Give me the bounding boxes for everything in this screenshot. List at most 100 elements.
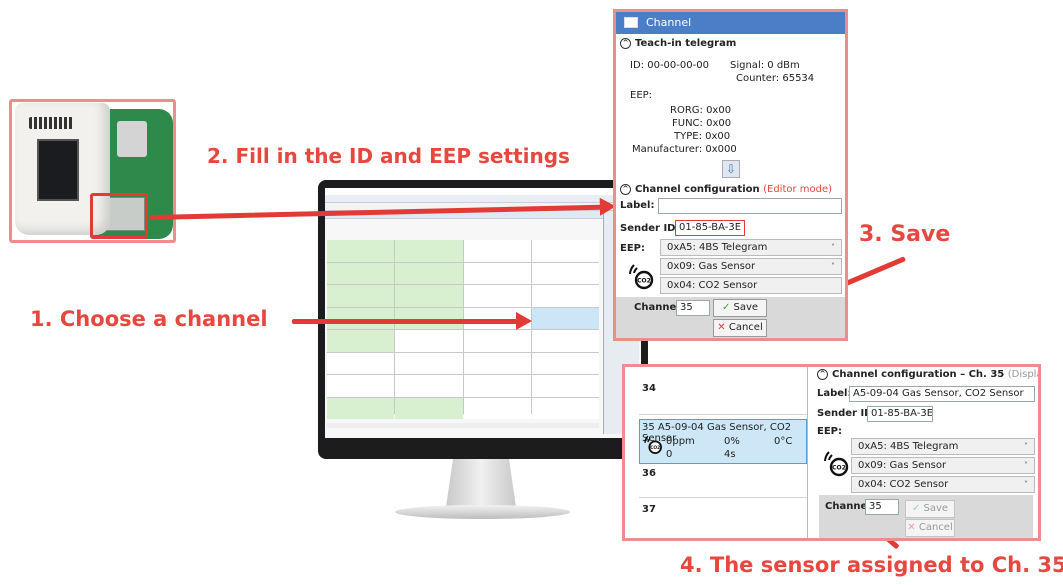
close-icon: ✕	[907, 522, 916, 533]
eep-type-select[interactable]: 0x04: CO2 Sensor	[660, 277, 842, 294]
callout-step4: 4. The sensor assigned to Ch. 35	[680, 553, 1063, 577]
eep-type-value: 0x04: CO2 Sensor	[667, 280, 758, 291]
channel-cell[interactable]	[395, 375, 463, 397]
counter-value: 65534	[782, 73, 815, 84]
eep-func-value: 0x09: Gas Sensor	[858, 460, 947, 471]
dialog-title: Channel	[646, 16, 692, 29]
collapse-chevron-icon[interactable]: ^	[620, 184, 631, 195]
app-screen	[325, 188, 641, 438]
co2-sensor-icon: CO2	[629, 264, 654, 290]
channel-cell[interactable]	[531, 240, 599, 262]
list-item[interactable]: 37	[639, 498, 807, 538]
co2-sensor-icon: CO2	[644, 435, 662, 454]
channel-number-input[interactable]: 35	[676, 300, 710, 316]
tutorial-stage: 2. Fill in the ID and EEP settings 1. Ch…	[0, 0, 1063, 585]
list-item[interactable]: 34	[639, 367, 807, 415]
dialog-titlebar: Channel	[616, 12, 845, 34]
counter-label: Counter:	[736, 73, 780, 84]
apply-down-button[interactable]: ⇩	[722, 160, 740, 178]
eep-rorg-value: 0xA5: 4BS Telegram	[667, 242, 768, 253]
collapse-chevron-icon[interactable]: ^	[620, 38, 631, 49]
channel-37-number: 37	[642, 504, 656, 515]
sender-id-label: Sender ID:	[620, 223, 680, 234]
table-icon	[624, 17, 638, 28]
channel-grid	[327, 240, 599, 419]
channel-cell[interactable]	[463, 262, 531, 284]
label-field-label: Label:	[817, 388, 852, 399]
channel-dialog: Channel ^ Teach-in telegram ID: 00-00-00…	[613, 9, 848, 341]
channel-cell[interactable]	[531, 262, 599, 284]
id-value: 00-00-00-00	[647, 60, 709, 71]
channel-cell[interactable]	[531, 285, 599, 307]
channel-cell[interactable]	[531, 330, 599, 352]
callout-step1: 1. Choose a channel	[30, 307, 268, 331]
channel-label: Channel	[825, 501, 871, 512]
channel-cell[interactable]	[395, 285, 463, 307]
channel-cell[interactable]	[463, 285, 531, 307]
eep-label: EEP:	[620, 243, 645, 254]
channel-label: Channel	[634, 302, 680, 313]
save-button[interactable]: ✓ Save	[713, 299, 767, 317]
svg-text:CO2: CO2	[637, 278, 651, 285]
channel-cell[interactable]	[327, 330, 395, 352]
channel-cell[interactable]	[395, 330, 463, 352]
channel-cell-35[interactable]	[531, 307, 599, 329]
cancel-button[interactable]: ✕ Cancel	[713, 319, 767, 337]
channel-cell[interactable]	[327, 352, 395, 374]
channel-cell[interactable]	[395, 352, 463, 374]
display-mode-label: (Display mode)	[1007, 369, 1038, 380]
channel-config-display: ^ Channel configuration – Ch. 35 (Displa…	[815, 367, 1038, 538]
channel-cell[interactable]	[463, 240, 531, 262]
eep-rorg-select: 0xA5: 4BS Telegram ˅	[851, 438, 1035, 455]
collapse-chevron-icon[interactable]: ^	[817, 369, 828, 380]
chip-highlight	[90, 193, 148, 239]
channel-cell[interactable]	[327, 262, 395, 284]
channel-cell[interactable]	[463, 397, 531, 419]
check-icon: ✓	[721, 302, 731, 313]
close-icon: ✕	[717, 322, 726, 333]
config-header[interactable]: ^ Channel configuration (Editor mode)	[620, 184, 832, 195]
channel-cell[interactable]	[531, 352, 599, 374]
type-value: TYPE: 0x00	[674, 131, 731, 142]
label-display: A5-09-04 Gas Sensor, CO2 Sensor	[849, 386, 1035, 402]
save-label: Save	[923, 503, 949, 514]
channel-cell[interactable]	[531, 375, 599, 397]
channel-cell[interactable]	[463, 375, 531, 397]
channel-cell[interactable]	[327, 285, 395, 307]
channel-cell[interactable]	[327, 240, 395, 262]
eep-func-select: 0x09: Gas Sensor ˅	[851, 457, 1035, 474]
channel-cell[interactable]	[395, 397, 463, 419]
channel-cell[interactable]	[531, 397, 599, 419]
sender-id-input[interactable]: 01-85-BA-3E	[675, 220, 745, 236]
channel-cell[interactable]	[395, 262, 463, 284]
chevron-down-icon: ˅	[831, 243, 835, 252]
channel-number-display: 35	[865, 499, 899, 515]
cancel-label: Cancel	[728, 322, 763, 333]
label-input[interactable]	[658, 198, 842, 214]
eep-func-select[interactable]: 0x09: Gas Sensor ˅	[660, 258, 842, 275]
channel-cell[interactable]	[463, 330, 531, 352]
teach-in-header[interactable]: ^ Teach-in telegram	[616, 34, 845, 51]
channel-cell[interactable]	[463, 352, 531, 374]
channel-35-cell[interactable]: 35 A5-09-04 Gas Sensor, CO2 Sensor CO2 0…	[639, 419, 807, 464]
age-value: 4s	[724, 449, 736, 460]
save-label: Save	[733, 302, 759, 313]
signal-label: Signal:	[730, 60, 765, 71]
cancel-label: Cancel	[918, 522, 953, 533]
manufacturer-value: Manufacturer: 0x000	[632, 144, 737, 155]
callout-step3: 3. Save	[859, 222, 951, 247]
teach-eep-label: EEP:	[630, 90, 653, 101]
eep-rorg-select[interactable]: 0xA5: 4BS Telegram ˅	[660, 239, 842, 256]
channel-cell[interactable]	[327, 397, 395, 419]
channel-34-number: 34	[642, 383, 656, 394]
chevron-down-icon: ˅	[1024, 480, 1028, 489]
config-display-title: Channel configuration – Ch. 35	[832, 369, 1005, 380]
rorg-value: RORG: 0x00	[670, 105, 732, 116]
config-display-header[interactable]: ^ Channel configuration – Ch. 35 (Displa…	[817, 369, 1038, 380]
channel-cell[interactable]	[395, 240, 463, 262]
editor-mode-label: (Editor mode)	[763, 184, 833, 195]
channel-cell[interactable]	[327, 375, 395, 397]
result-zoom-panel: 34 35 A5-09-04 Gas Sensor, CO2 Sensor CO…	[622, 364, 1041, 541]
callout-step2: 2. Fill in the ID and EEP settings	[207, 144, 570, 168]
list-item[interactable]: 36	[639, 466, 807, 498]
